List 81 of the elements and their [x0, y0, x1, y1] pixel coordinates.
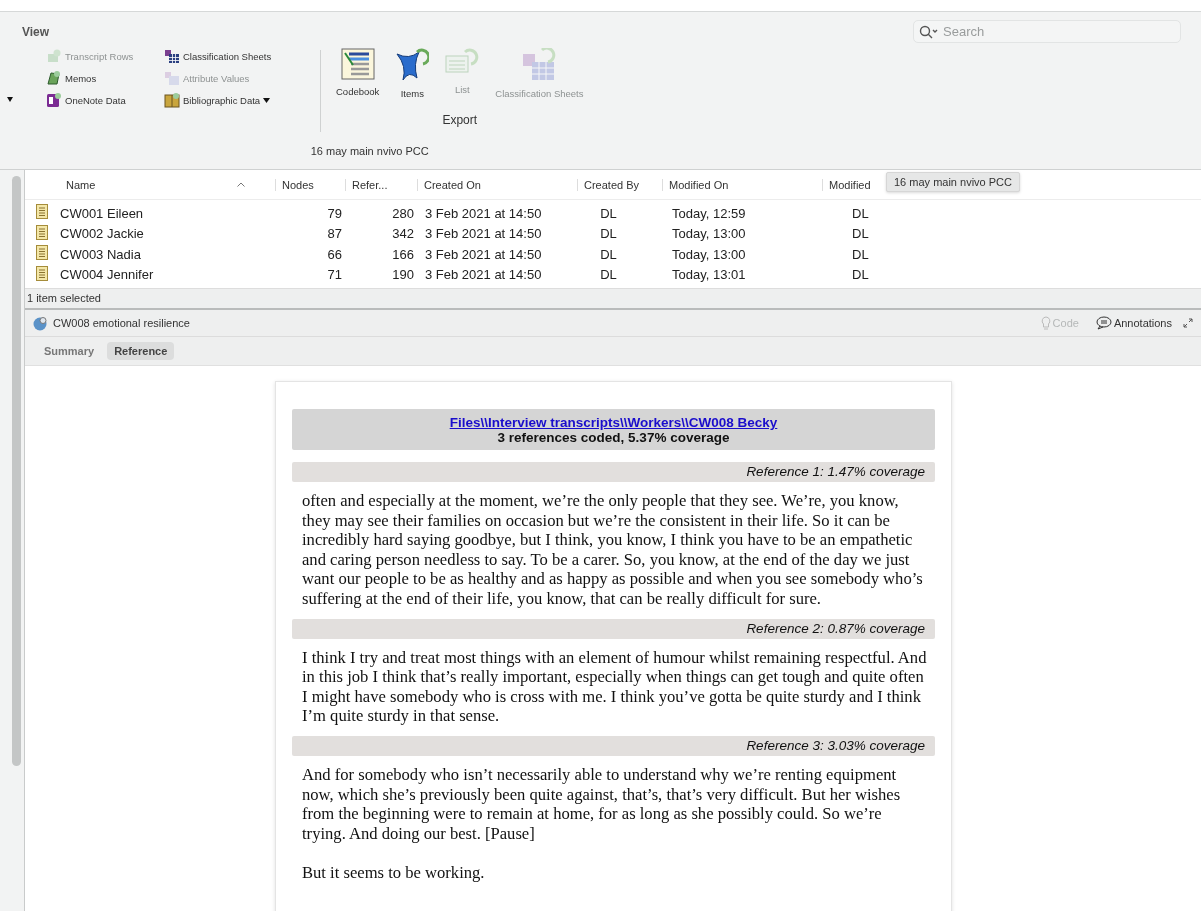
- expand-icon[interactable]: [1183, 318, 1193, 328]
- table-cell-text: Today, 13:00: [671, 246, 747, 262]
- caret-icon: [263, 97, 271, 103]
- table-cell-text: Today, 13:01: [671, 267, 747, 283]
- grid-icon: [164, 48, 180, 64]
- table-cell-text: 3 Feb 2021 at 14:50: [424, 246, 543, 262]
- speech-bubble-icon: [1095, 316, 1112, 330]
- export-button[interactable]: Items: [392, 48, 433, 99]
- scrollbar-thumb[interactable]: [12, 176, 21, 766]
- table-cell-text: DL: [851, 246, 870, 262]
- table-cell-text: 71: [326, 267, 343, 283]
- reference-text: But it seems to be working.: [301, 862, 486, 883]
- table-cell-text: CW004 Jennifer: [60, 267, 155, 283]
- table-cell-text: DL: [599, 226, 618, 242]
- table-cell-text: DL: [599, 267, 618, 283]
- source-link[interactable]: Files\\Interview transcripts\\Workers\\CW008 Becky: [449, 415, 778, 430]
- table-cell-text: 3 Feb 2021 at 14:50: [424, 226, 543, 242]
- column-header[interactable]: Name: [60, 178, 275, 191]
- grid-icon: [164, 70, 180, 86]
- table-cell-text: 3 Feb 2021 at 14:50: [424, 267, 543, 283]
- table-cell-text: DL: [851, 205, 870, 221]
- search-field[interactable]: Search: [913, 20, 1181, 43]
- caret-icon: [7, 97, 13, 102]
- table-cell-text: 87: [326, 226, 343, 242]
- table-cell-text: Today, 12:59: [671, 205, 747, 221]
- table-cell-text: CW001 Eileen: [60, 205, 145, 221]
- document-icon: [36, 204, 48, 220]
- shape-icon: [395, 48, 430, 82]
- node-title: CW008 emotional resilience: [53, 317, 191, 329]
- search-icon: [919, 25, 939, 39]
- reference-text: I think I try and treat most things with an element of humour whilst remaining respectful. And in this job I think that’s really important, especially when things can get tough and quite often I might have somebody who is cross with me. I think you’ve gotta be quite sturdy and I think I’m quite sturdy in that sense.: [301, 647, 928, 726]
- export-button[interactable]: Codebook: [333, 48, 383, 97]
- table-cell-text: DL: [851, 267, 870, 283]
- table-cell-text: DL: [599, 205, 618, 221]
- book-icon: [164, 92, 180, 108]
- table-cell-text: CW002 Jackie: [60, 226, 145, 242]
- project-name: 16 may main nvivo PCC: [310, 145, 429, 157]
- reference-heading: Reference 3: 3.03% coverage: [292, 735, 935, 756]
- column-header[interactable]: Nodes: [275, 178, 345, 191]
- tab[interactable]: Reference: [107, 342, 175, 360]
- table-cell-text: Today, 13:00: [671, 226, 747, 242]
- document-icon: [36, 265, 48, 281]
- column-header[interactable]: Modified On: [662, 178, 822, 191]
- lightbulb-icon: [1040, 316, 1051, 330]
- document-icon: [36, 224, 48, 240]
- reference-text: often and especially at the moment, we’re the only people that they see. We’re, you know, they may see their families on occasion but we’re the consistent in their life. So it can be incredibly hard saying goodbye, but I think, you know, I think you have to be an empathetic and caring person needless to say. To be a carer. So, you know, at the end of the day we just want our people to be as healthy and as happy as possible and when you see somebody who’s suffering at the end of their life, you know, that can be really difficult for sure.: [301, 491, 924, 609]
- sort-icon: [237, 182, 245, 187]
- table-cell-text: 66: [326, 246, 343, 262]
- table-cell-text: 190: [391, 267, 415, 283]
- table-cell-text: 342: [391, 226, 415, 242]
- notebook-icon: [46, 92, 62, 108]
- document-icon: [36, 245, 48, 261]
- table-cell-text: DL: [599, 246, 618, 262]
- table-cell-text: DL: [851, 226, 870, 242]
- table-cell-text: 280: [391, 205, 415, 221]
- column-header[interactable]: Created By: [577, 178, 662, 191]
- memo-icon: [46, 70, 62, 86]
- grid-icon: [522, 48, 557, 82]
- tooltip: 16 may main nvivo PCC: [886, 172, 1020, 192]
- reference-text: And for somebody who isn’t necessarily able to understand why we’re renting equipment now, which she’s previously been quite against, that’s, that’s very difficult. But her wishes from the beginning were to remain at home, for as long as she possibly could. So we’re trying. And doing our best. [Pause]: [301, 764, 902, 844]
- tab[interactable]: Summary: [37, 342, 102, 360]
- table-cell-text: 3 Feb 2021 at 14:50: [424, 205, 543, 221]
- table-cell-text: 166: [391, 246, 415, 262]
- node-icon: [33, 315, 48, 331]
- reference-heading: Reference 1: 1.47% coverage: [292, 462, 935, 482]
- column-header[interactable]: Created On: [417, 178, 577, 191]
- view-item[interactable]: Memos: [46, 70, 164, 86]
- view-item[interactable]: Bibliographic Data: [164, 92, 304, 108]
- table-cell-text: CW003 Nadia: [60, 246, 142, 262]
- view-item[interactable]: OneNote Data: [46, 92, 164, 108]
- action-button[interactable]: Annotations: [1089, 316, 1178, 330]
- codebook-icon: [340, 48, 375, 80]
- rows-icon: [46, 48, 62, 64]
- group-title: View: [22, 25, 51, 39]
- status-text: 1 item selected: [27, 292, 101, 304]
- table-cell-text: 79: [326, 205, 343, 221]
- reference-heading: Reference 2: 0.87% coverage: [292, 618, 935, 639]
- column-header[interactable]: Refer...: [345, 178, 417, 191]
- coverage-summary: 3 references coded, 5.37% coverage: [497, 430, 730, 445]
- group-title: Export: [442, 113, 478, 127]
- view-item[interactable]: Classification Sheets: [164, 48, 304, 64]
